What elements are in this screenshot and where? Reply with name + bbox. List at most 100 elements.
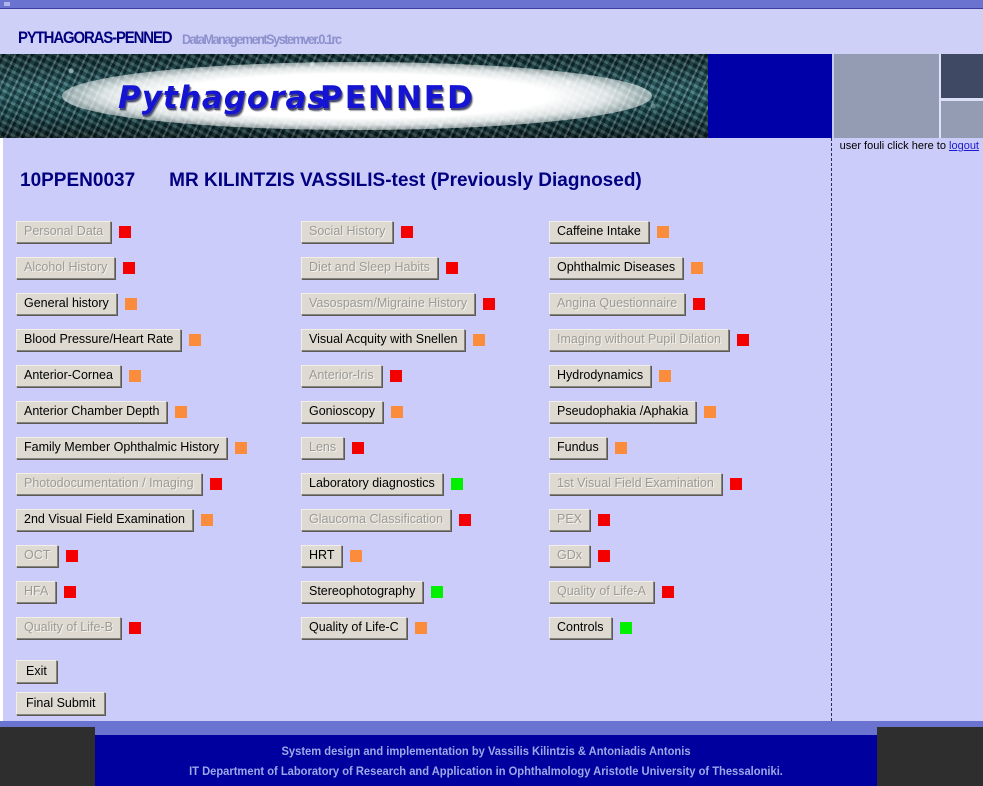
- window-top-strip-marker: [4, 2, 10, 6]
- status-indicator-orange: [350, 550, 363, 562]
- module-row: Lens: [301, 430, 495, 466]
- module-button-blood-pressure-heart-rate[interactable]: Blood Pressure/Heart Rate: [16, 329, 182, 351]
- module-button-stereophotography[interactable]: Stereophotography: [301, 581, 424, 603]
- module-row: Ophthalmic Diseases: [549, 250, 749, 286]
- module-button-oct: OCT: [16, 545, 59, 567]
- status-indicator-red: [598, 550, 610, 562]
- module-button-hrt[interactable]: HRT: [301, 545, 343, 567]
- status-indicator-orange: [200, 514, 213, 526]
- module-button-family-member-ophthalmic-history[interactable]: Family Member Ophthalmic History: [16, 437, 228, 459]
- status-indicator-orange: [124, 298, 137, 310]
- module-row: Anterior-Cornea: [16, 358, 247, 394]
- module-row: Gonioscopy: [301, 394, 495, 430]
- module-row: HRT: [301, 538, 495, 574]
- module-row: Photodocumentation / Imaging: [16, 466, 247, 502]
- status-indicator-orange: [659, 370, 672, 382]
- status-indicator-red: [729, 478, 742, 490]
- module-button-2nd-visual-field-examination[interactable]: 2nd Visual Field Examination: [16, 509, 193, 531]
- module-row: Pseudophakia /Aphakia: [549, 394, 749, 430]
- module-row: Controls: [549, 610, 749, 646]
- module-row: Anterior-Iris: [301, 358, 495, 394]
- title-bar: PYTHAGORAS-PENNED DataManagementSystemve…: [0, 9, 983, 54]
- status-indicator-green: [431, 586, 444, 598]
- module-row: Caffeine Intake: [549, 214, 749, 250]
- exit-button[interactable]: Exit: [16, 660, 57, 683]
- logout-link[interactable]: logout: [949, 140, 979, 152]
- app-window: PYTHAGORAS-PENNED DataManagementSystemve…: [0, 0, 983, 786]
- status-indicator-orange: [235, 442, 248, 454]
- module-button-ophthalmic-diseases[interactable]: Ophthalmic Diseases: [549, 257, 684, 279]
- module-column-1: Personal Data Alcohol History General hist…: [16, 214, 248, 646]
- module-row: 2nd Visual Field Examination: [16, 502, 247, 538]
- status-indicator-orange: [656, 226, 669, 238]
- module-row: Diet and Sleep Habits: [301, 250, 495, 286]
- module-row: Vasospasm/Migraine History: [301, 286, 496, 322]
- module-column-3: Caffeine Intake Ophthalmic Diseases Angina…: [549, 214, 749, 646]
- module-row: Laboratory diagnostics: [301, 466, 495, 502]
- module-row: Anterior Chamber Depth: [16, 394, 247, 430]
- module-button-fundus[interactable]: Fundus: [549, 437, 607, 459]
- status-indicator-red: [352, 442, 365, 454]
- module-button-photodocumentation-imaging: Photodocumentation / Imaging: [16, 473, 202, 495]
- module-row: Hydrodynamics: [549, 358, 749, 394]
- patient-name: MR KILINTZIS VASSILIS-test (Previously D…: [169, 170, 642, 191]
- module-button-controls[interactable]: Controls: [549, 617, 612, 639]
- content-left-edge: [0, 138, 3, 721]
- status-indicator-red: [123, 262, 136, 274]
- final-submit-button[interactable]: Final Submit: [16, 692, 106, 715]
- status-indicator-orange: [473, 334, 486, 346]
- status-indicator-orange: [614, 442, 627, 454]
- banner-gray-block: [834, 54, 941, 138]
- banner-logo-word2: PENNED: [320, 80, 475, 116]
- module-button-gdx: GDx: [549, 545, 590, 567]
- module-row: Fundus: [549, 430, 749, 466]
- module-button-anterior-iris: Anterior-Iris: [301, 365, 382, 387]
- status-indicator-red: [736, 334, 749, 346]
- status-indicator-red: [693, 298, 706, 310]
- footer-line-2: IT Department of Laboratory of Research …: [189, 763, 783, 778]
- status-indicator-red: [64, 586, 77, 598]
- module-row: Glaucoma Classification: [301, 502, 495, 538]
- module-button-quality-of-life-c[interactable]: Quality of Life-C: [301, 617, 407, 639]
- status-indicator-red: [209, 478, 222, 490]
- page-footer: System design and implementation by Vass…: [95, 735, 877, 786]
- module-button-hfa: HFA: [16, 581, 57, 603]
- module-button-general-history[interactable]: General history: [16, 293, 117, 315]
- app-title: PYTHAGORAS-PENNED: [18, 28, 173, 47]
- module-button-vasospasm-migraine-history: Vasospasm/Migraine History: [301, 293, 476, 315]
- banner-blue-block: [708, 54, 834, 138]
- module-button-gonioscopy[interactable]: Gonioscopy: [301, 401, 384, 423]
- status-indicator-red: [389, 370, 402, 382]
- module-button-quality-of-life-b: Quality of Life-B: [16, 617, 121, 639]
- action-buttons: Exit Final Submit: [16, 660, 106, 724]
- module-row: OCT: [16, 538, 247, 574]
- module-button-glaucoma-classification: Glaucoma Classification: [301, 509, 452, 531]
- footer-top-band: [95, 727, 877, 735]
- module-row: Visual Acquity with Snellen: [301, 322, 495, 358]
- banner-gray-block-small: [941, 101, 983, 138]
- module-button-1st-visual-field-examination: 1st Visual Field Examination: [549, 473, 722, 495]
- module-column-2: Social History Diet and Sleep Habits Vasos…: [301, 214, 496, 646]
- module-button-anterior-cornea[interactable]: Anterior-Cornea: [16, 365, 121, 387]
- module-button-pseudophakia-aphakia[interactable]: Pseudophakia /Aphakia: [549, 401, 697, 423]
- module-row: PEX: [549, 502, 749, 538]
- vertical-dashed-divider: [831, 138, 832, 721]
- module-button-visual-acquity-with-snellen[interactable]: Visual Acquity with Snellen: [301, 329, 466, 351]
- module-button-personal-data: Personal Data: [16, 221, 112, 243]
- module-row: Blood Pressure/Heart Rate: [16, 322, 247, 358]
- status-indicator-red: [66, 550, 79, 562]
- status-indicator-red: [483, 298, 496, 310]
- module-row: General history: [16, 286, 247, 322]
- status-indicator-orange: [175, 406, 188, 418]
- status-indicator-orange: [414, 622, 427, 634]
- module-button-social-history: Social History: [301, 221, 394, 243]
- patient-header: 10PPEN0037 MR KILINTZIS VASSILIS-test (Pr…: [20, 170, 642, 192]
- module-button-caffeine-intake[interactable]: Caffeine Intake: [549, 221, 649, 243]
- module-row: Angina Questionnaire: [549, 286, 749, 322]
- module-button-laboratory-diagnostics[interactable]: Laboratory diagnostics: [301, 473, 443, 495]
- module-row: 1st Visual Field Examination: [549, 466, 749, 502]
- module-button-anterior-chamber-depth[interactable]: Anterior Chamber Depth: [16, 401, 168, 423]
- module-button-hydrodynamics[interactable]: Hydrodynamics: [549, 365, 652, 387]
- status-indicator-red: [445, 262, 458, 274]
- status-indicator-red: [598, 514, 611, 526]
